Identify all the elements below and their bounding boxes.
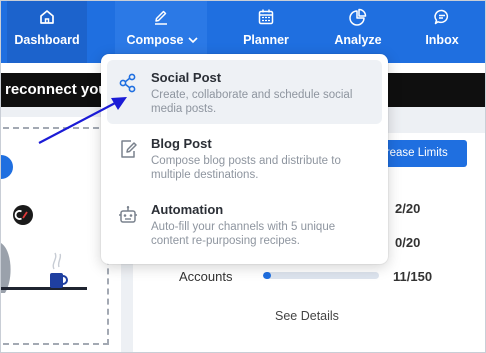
nav-inbox-label: Inbox <box>425 33 459 47</box>
compose-dropdown-menu: Social Post Create, collaborate and sche… <box>101 54 388 264</box>
accounts-label: Accounts <box>179 269 233 284</box>
nav-dashboard[interactable]: Dashboard <box>7 1 87 63</box>
accounts-progress-bar <box>263 272 379 279</box>
blog-post-title: Blog Post <box>151 136 212 151</box>
see-details-link[interactable]: See Details <box>275 309 339 323</box>
home-icon <box>40 10 54 24</box>
nav-planner-label: Planner <box>243 33 289 47</box>
accounts-value: 11/150 <box>393 269 433 284</box>
increase-limits-button[interactable]: crease Limits <box>375 140 467 167</box>
pencil-icon <box>155 10 167 25</box>
social-post-title: Social Post <box>151 70 222 85</box>
pie-chart-icon <box>349 8 367 26</box>
menu-item-social-post[interactable]: Social Post Create, collaborate and sche… <box>107 60 382 124</box>
nav-inbox[interactable]: Inbox <box>413 1 471 63</box>
nav-analyze-label: Analyze <box>334 33 382 47</box>
automation-description: Auto-fill your channels with 5 unique co… <box>151 221 336 247</box>
empty-state-illustration <box>1 155 87 293</box>
brand-badge-icon <box>13 205 33 225</box>
app-window: Dashboard Compose Planner Analyze Inbox … <box>0 0 486 353</box>
accounts-progress-fill <box>263 272 272 279</box>
increase-limits-label: crease Limits <box>380 147 448 159</box>
usage-stat-1: 2/20 <box>395 201 421 216</box>
chevron-down-icon[interactable] <box>188 36 198 44</box>
menu-item-automation[interactable]: Automation Auto-fill your channels with … <box>107 192 382 256</box>
annotation-arrow <box>38 97 127 144</box>
menu-item-blog-post[interactable]: Blog Post Compose blog posts and distrib… <box>107 126 382 190</box>
nav-dashboard-label: Dashboard <box>14 33 80 47</box>
automation-title: Automation <box>151 202 224 217</box>
blog-post-description: Compose blog posts and distribute to mul… <box>151 155 341 181</box>
social-post-description: Create, collaborate and schedule social … <box>151 89 353 115</box>
robot-icon <box>119 206 137 223</box>
chat-bubble-icon <box>434 9 449 25</box>
usage-stat-2: 0/20 <box>395 235 421 250</box>
calendar-icon <box>258 9 274 25</box>
